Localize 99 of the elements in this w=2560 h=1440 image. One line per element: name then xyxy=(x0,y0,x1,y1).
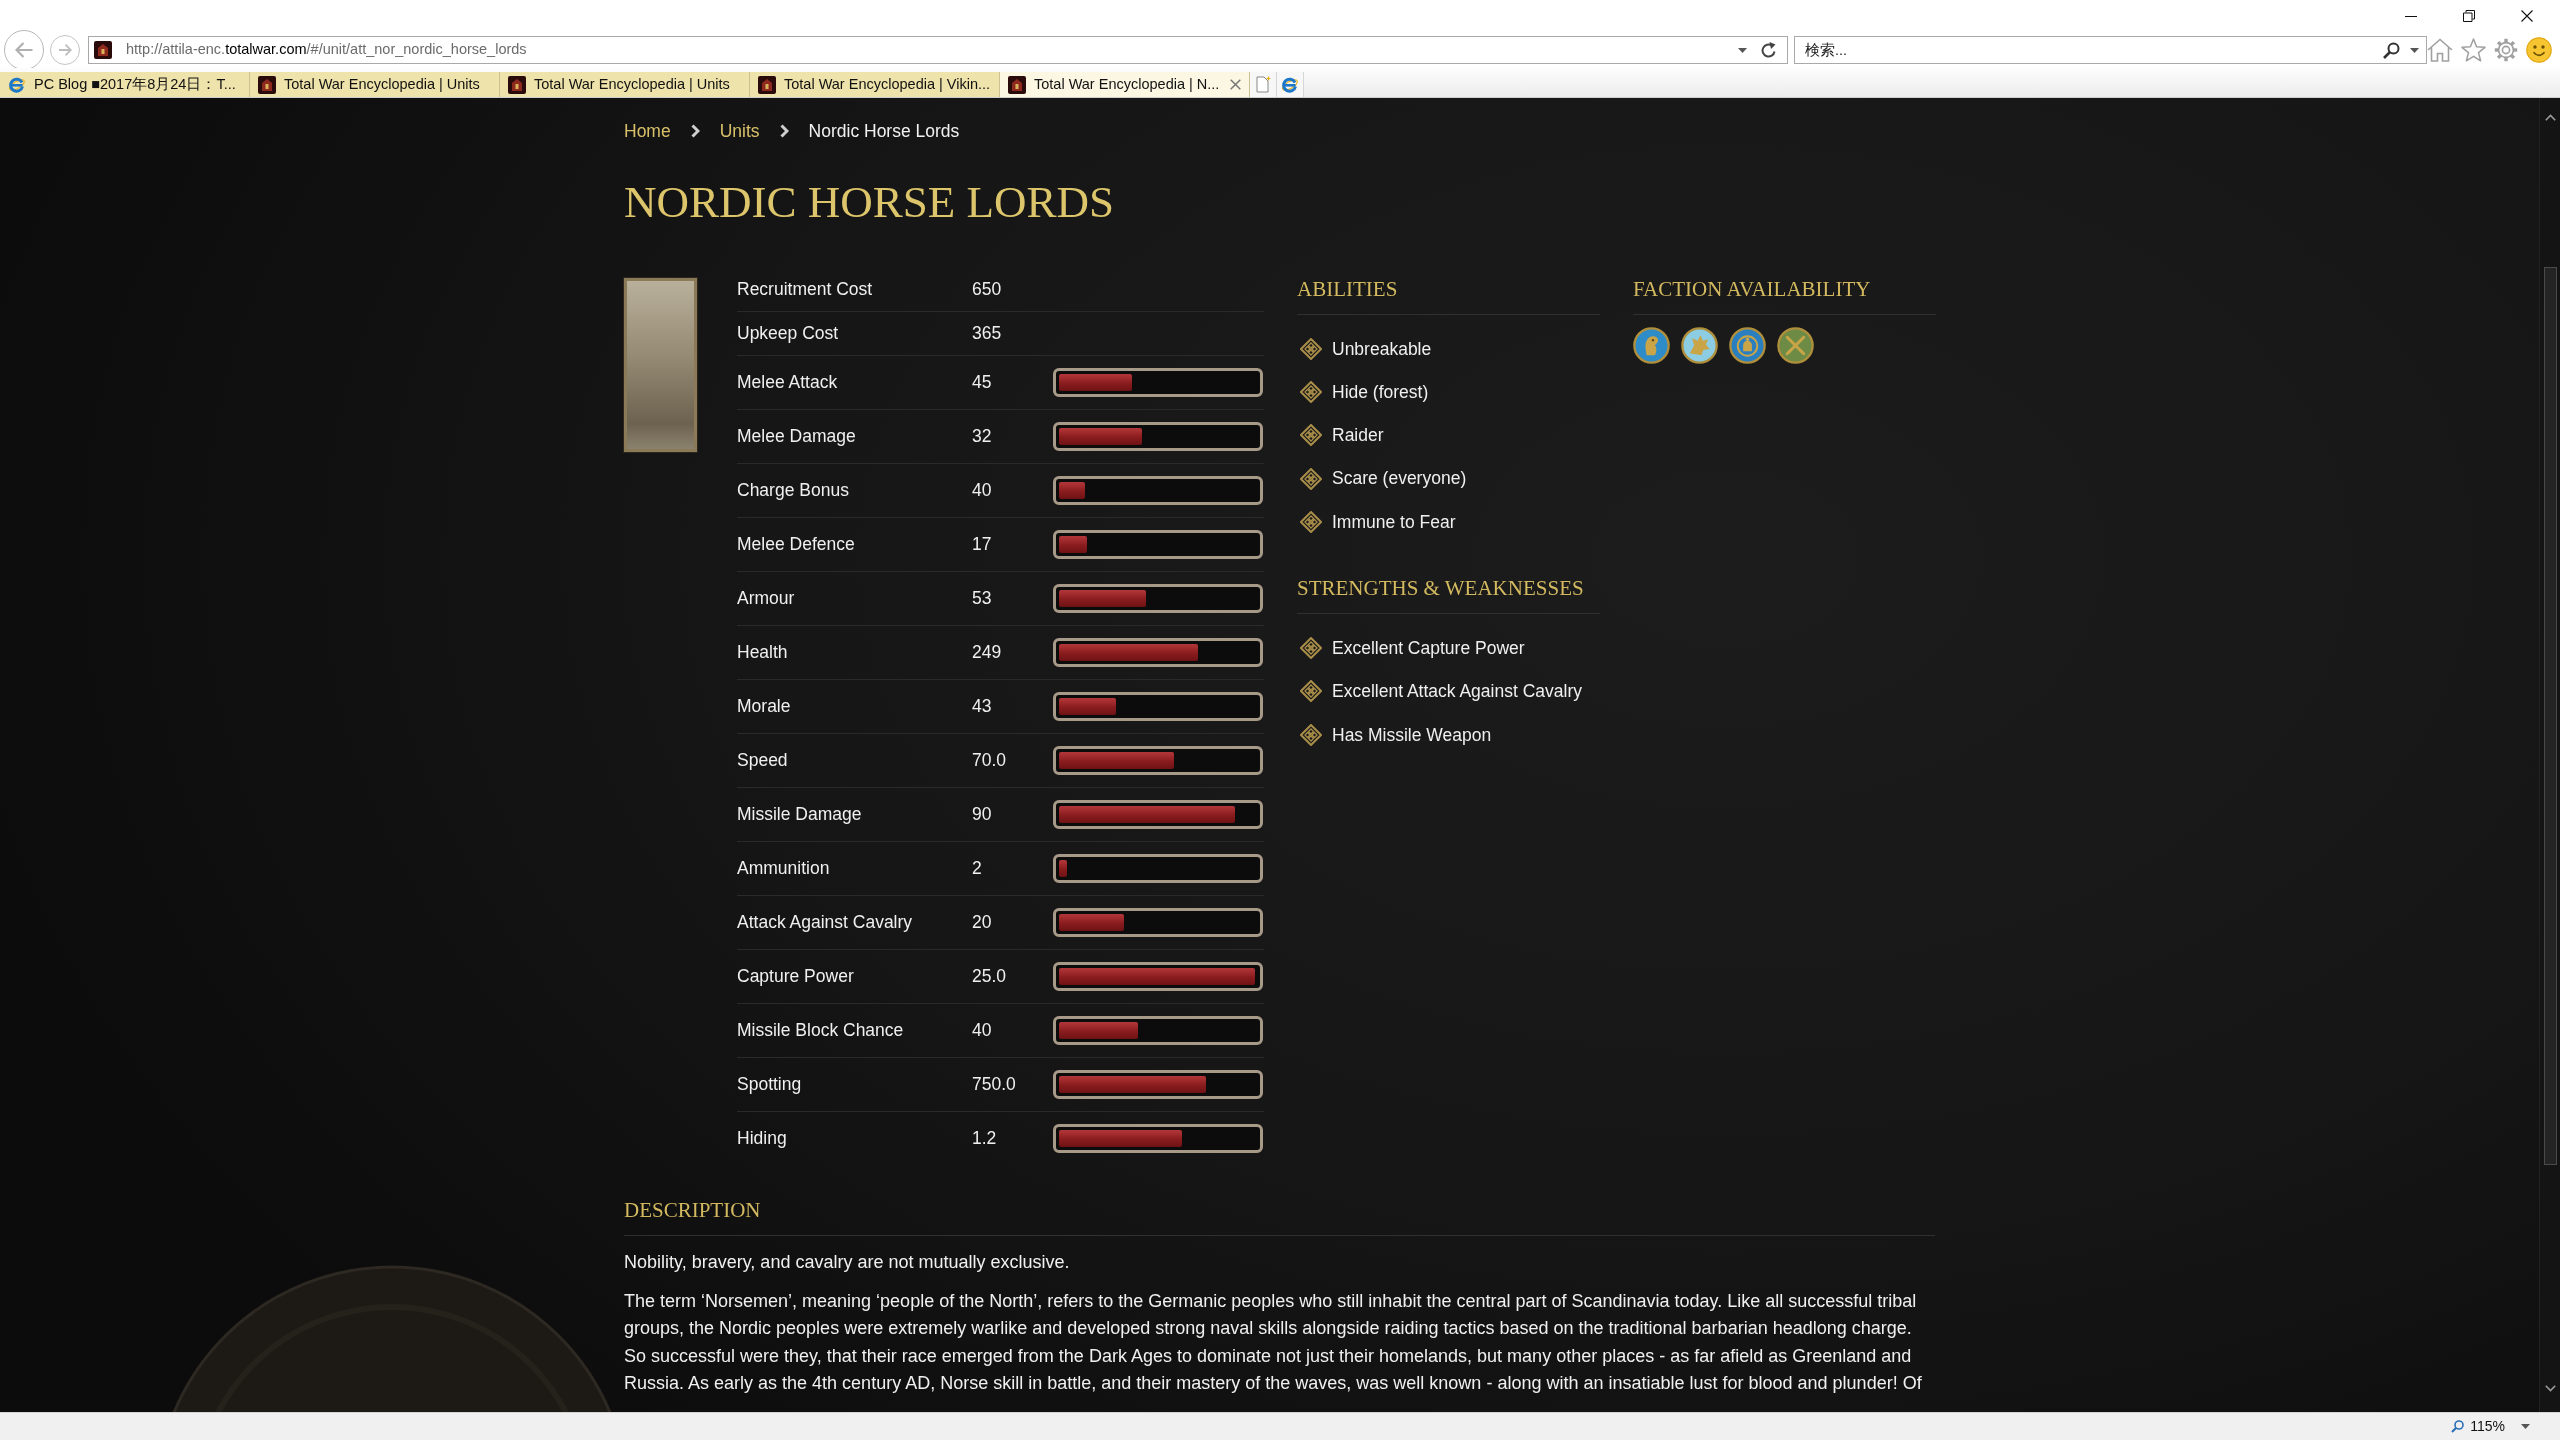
stat-value: 40 xyxy=(972,1019,992,1043)
stat-value: 32 xyxy=(972,425,992,449)
restore-icon xyxy=(2463,10,2475,22)
scrollbar-thumb[interactable] xyxy=(2543,267,2557,1165)
diamond-icon xyxy=(1300,424,1322,447)
site-icon xyxy=(258,75,276,94)
back-arrow-icon xyxy=(15,42,33,58)
stat-value: 2 xyxy=(972,857,982,881)
address-field[interactable]: http://attila-enc.totalwar.com/#/unit/att_nor_nordic_horse_lords xyxy=(88,36,1788,64)
close-icon[interactable] xyxy=(1230,79,1241,90)
diamond-icon xyxy=(1300,680,1322,703)
stat-label: Hiding xyxy=(737,1127,787,1151)
section-heading: STRENGTHS & WEAKNESSES xyxy=(1297,575,1584,603)
ability-label: Immune to Fear xyxy=(1332,510,1456,534)
stat-label: Upkeep Cost xyxy=(737,322,839,346)
stat-value: 53 xyxy=(972,587,992,611)
minimize-icon xyxy=(2405,15,2417,17)
stat-label: Speed xyxy=(737,749,788,773)
ability-label: Unbreakable xyxy=(1332,337,1432,361)
strength-label: Excellent Attack Against Cavalry xyxy=(1332,680,1582,704)
strength-label: Has Missile Weapon xyxy=(1332,723,1492,747)
diamond-icon xyxy=(1300,723,1322,746)
browser-tab[interactable]: Total War Encyclopedia | Units xyxy=(250,72,500,97)
settings-icon[interactable] xyxy=(2494,38,2518,62)
stat-label: Recruitment Cost xyxy=(737,277,873,301)
stat-label: Missile Damage xyxy=(737,803,862,827)
refresh-icon[interactable] xyxy=(1761,41,1777,59)
stat-label: Missile Block Chance xyxy=(737,1019,904,1043)
caret-icon[interactable] xyxy=(1738,47,1747,53)
stat-value: 20 xyxy=(972,911,992,935)
stat-label: Charge Bonus xyxy=(737,479,849,503)
stat-label: Morale xyxy=(737,695,791,719)
stat-label: Armour xyxy=(737,587,795,611)
scroll-down-icon[interactable] xyxy=(2544,1385,2556,1392)
stat-value: 750.0 xyxy=(972,1073,1016,1097)
stat-value: 90 xyxy=(972,803,992,827)
description-text: The term ‘Norsemen’, meaning ‘people of the North’, refers to the Germanic peoples who still inhabit the central part of Scandinavia today. Like all successful tribal groups, the Nordic peoples were extremely warlike and developed strong naval skills alongside raiding tactics based on the traditional barbarian headlong charge. So successful were they, that their race emerged from the Dark Ages to dominate not just their homelands, but many other places - as far afield as Greenland and Russia. As early as the 4th century AD, Norse skill in battle, and their mastery of the waves, was well known - along with an insatiable lust for blood and plunder! Of xyxy=(624,1289,1923,1395)
zoom-icon[interactable] xyxy=(2451,1420,2465,1433)
stat-label: Capture Power xyxy=(737,965,854,989)
stat-label: Ammunition xyxy=(737,857,830,881)
diamond-icon xyxy=(1300,510,1322,533)
browser-tab[interactable]: Total War Encyclopedia | Units xyxy=(500,72,750,97)
breadcrumb-link[interactable]: Units xyxy=(719,117,760,145)
section-heading: FACTION AVAILABILITY xyxy=(1633,276,1871,303)
stat-value: 45 xyxy=(972,371,992,395)
breadcrumb-current: Nordic Horse Lords xyxy=(808,119,960,143)
diamond-icon xyxy=(1300,637,1322,660)
stat-label: Spotting xyxy=(737,1073,802,1097)
stat-label: Attack Against Cavalry xyxy=(737,911,913,935)
home-icon[interactable] xyxy=(2427,38,2453,62)
stat-value: 43 xyxy=(972,695,992,719)
caret-icon[interactable] xyxy=(2410,47,2419,53)
chevron-icon xyxy=(779,124,789,138)
stat-value: 650 xyxy=(972,277,1002,301)
site-icon xyxy=(94,41,112,59)
breadcrumb-link[interactable]: Home xyxy=(624,117,671,145)
site-icon xyxy=(1008,75,1026,94)
ability-label: Scare (everyone) xyxy=(1332,467,1467,491)
browser-tab[interactable]: Total War Encyclopedia | N... xyxy=(1000,72,1250,97)
search-field[interactable]: 検索... xyxy=(1794,36,2427,64)
stat-label: Melee Defence xyxy=(737,533,855,557)
page-title: NORDIC HORSE LORDS xyxy=(624,176,1115,229)
strength-label: Excellent Capture Power xyxy=(1332,637,1525,660)
diamond-icon xyxy=(1300,337,1322,360)
stat-value: 40 xyxy=(972,479,992,503)
stat-value: 70.0 xyxy=(972,749,1007,773)
e-logo-icon xyxy=(1281,75,1299,94)
stat-value: 17 xyxy=(972,533,992,557)
site-icon xyxy=(508,75,526,94)
zoom-level-button[interactable]: 115% xyxy=(2449,1416,2532,1437)
smiley-icon[interactable] xyxy=(2526,37,2552,63)
description-text: Nobility, bravery, and cavalry are not mutually exclusive. xyxy=(624,1251,1071,1274)
back-button[interactable] xyxy=(4,30,44,70)
diamond-icon xyxy=(1300,467,1322,490)
diamond-icon xyxy=(1300,380,1322,403)
forward-arrow-icon xyxy=(58,44,72,56)
stat-label: Melee Damage xyxy=(737,425,856,449)
ability-label: Hide (forest) xyxy=(1332,380,1429,404)
caret-icon[interactable] xyxy=(2521,1424,2530,1429)
stat-label: Melee Attack xyxy=(737,371,838,395)
star-icon[interactable] xyxy=(2461,38,2486,62)
stat-value: 249 xyxy=(972,641,1002,665)
ability-label: Raider xyxy=(1332,424,1384,448)
browser-tab[interactable]: Total War Encyclopedia | Vikin... xyxy=(750,72,1000,97)
open-in-edge-button[interactable] xyxy=(1277,72,1304,97)
chevron-icon xyxy=(690,124,700,138)
e-logo-icon xyxy=(8,75,26,94)
stat-value: 1.2 xyxy=(972,1127,997,1151)
stat-value: 365 xyxy=(972,322,1002,346)
search-icon[interactable] xyxy=(2383,41,2400,59)
browser-tab[interactable]: PC Blog ■2017年8月24日：T... xyxy=(0,72,250,97)
close-icon xyxy=(2521,10,2533,22)
section-heading: DESCRIPTION xyxy=(624,1197,761,1224)
stat-label: Health xyxy=(737,641,788,665)
site-icon xyxy=(758,75,776,94)
stat-value: 25.0 xyxy=(972,965,1007,989)
section-heading: ABILITIES xyxy=(1297,276,1398,303)
scroll-up-icon[interactable] xyxy=(2544,114,2556,121)
new-tab-icon xyxy=(1255,76,1271,93)
